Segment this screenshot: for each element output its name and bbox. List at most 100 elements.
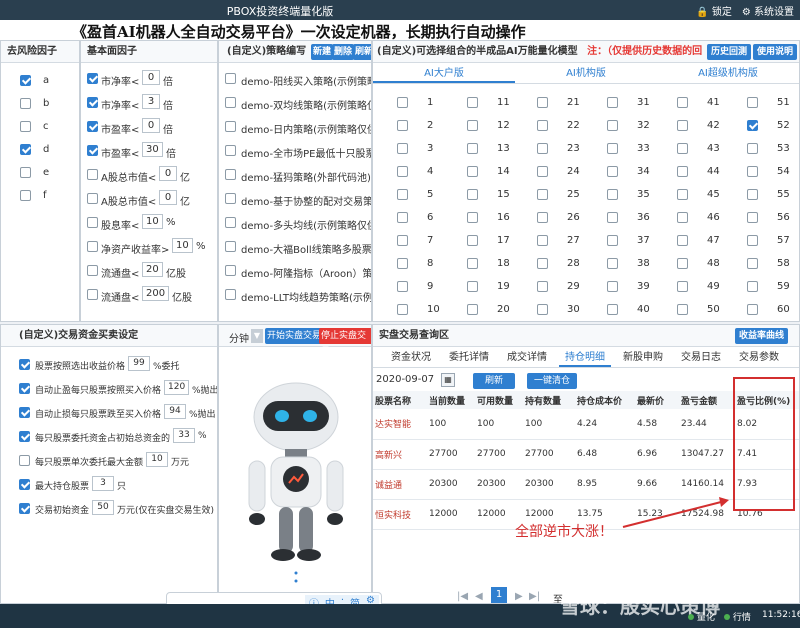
checkbox[interactable] bbox=[537, 258, 548, 269]
checkbox[interactable] bbox=[20, 190, 31, 201]
checkbox[interactable] bbox=[747, 212, 758, 223]
delete-strategy-button[interactable]: 删除 bbox=[332, 44, 355, 60]
checkbox[interactable] bbox=[677, 212, 688, 223]
checkbox[interactable] bbox=[747, 166, 758, 177]
checkbox[interactable] bbox=[467, 120, 478, 131]
model-option[interactable]: 37 bbox=[607, 233, 667, 251]
tab-trade-1[interactable]: 委托详情 bbox=[443, 348, 495, 367]
risk-factor-item[interactable]: e bbox=[1, 165, 79, 185]
next-icon[interactable]: ▶ bbox=[515, 591, 523, 602]
checkbox[interactable] bbox=[19, 479, 30, 490]
strategy-item[interactable]: demo-基于协整的配对交易策略(示 bbox=[219, 189, 371, 209]
checkbox[interactable] bbox=[677, 304, 688, 315]
checkbox[interactable] bbox=[397, 258, 408, 269]
model-option[interactable]: 34 bbox=[607, 164, 667, 182]
model-option[interactable]: 32 bbox=[607, 118, 667, 136]
tab-trade-4[interactable]: 新股申购 bbox=[617, 348, 669, 367]
checkbox[interactable] bbox=[747, 235, 758, 246]
model-option[interactable]: 36 bbox=[607, 210, 667, 228]
model-option[interactable]: 44 bbox=[677, 164, 737, 182]
model-option[interactable]: 41 bbox=[677, 95, 737, 113]
history-backtest-button[interactable]: 历史回测 bbox=[707, 44, 752, 60]
strategy-item[interactable]: demo-LLT均线趋势策略(示例策略 bbox=[219, 285, 371, 305]
checkbox[interactable] bbox=[607, 235, 618, 246]
last-page-icon[interactable]: ▶| bbox=[529, 591, 540, 602]
model-option[interactable]: 10 bbox=[397, 302, 457, 320]
model-option[interactable]: 35 bbox=[607, 187, 667, 205]
checkbox[interactable] bbox=[537, 235, 548, 246]
manual-button[interactable]: 使用说明 bbox=[753, 44, 798, 60]
model-option[interactable]: 27 bbox=[537, 233, 597, 251]
checkbox[interactable] bbox=[677, 120, 688, 131]
model-option[interactable]: 2 bbox=[397, 118, 457, 136]
model-option[interactable]: 57 bbox=[747, 233, 799, 251]
fundamental-value-input[interactable]: 30 bbox=[142, 142, 163, 157]
refresh-strategy-button[interactable]: 刷新 bbox=[353, 44, 371, 60]
return-curve-button[interactable]: 收益率曲线 bbox=[735, 328, 789, 344]
checkbox[interactable] bbox=[677, 281, 688, 292]
checkbox[interactable] bbox=[225, 97, 236, 108]
tab-trade-5[interactable]: 交易日志 bbox=[675, 348, 727, 367]
tab-trade-6[interactable]: 交易参数 bbox=[733, 348, 785, 367]
strategy-item[interactable]: demo-阳线买入策略(示例策略 bbox=[219, 69, 371, 89]
model-option[interactable]: 39 bbox=[607, 279, 667, 297]
strategy-item[interactable]: demo-全市场PE最低十只股票(示例 bbox=[219, 141, 371, 161]
checkbox[interactable] bbox=[19, 383, 30, 394]
model-option[interactable]: 18 bbox=[467, 256, 527, 274]
checkbox[interactable] bbox=[467, 189, 478, 200]
stop-trading-button[interactable]: 停止实盘交易 bbox=[319, 328, 371, 357]
checkbox[interactable] bbox=[87, 217, 98, 228]
capital-setting-input[interactable]: 3 bbox=[92, 476, 114, 491]
fundamental-value-input[interactable]: 3 bbox=[142, 94, 160, 109]
checkbox[interactable] bbox=[225, 73, 236, 84]
model-option[interactable]: 24 bbox=[537, 164, 597, 182]
checkbox[interactable] bbox=[747, 189, 758, 200]
checkbox[interactable] bbox=[225, 193, 236, 204]
checkbox[interactable] bbox=[467, 304, 478, 315]
prev-icon[interactable]: ◀ bbox=[475, 591, 483, 602]
risk-factor-item[interactable]: f bbox=[1, 188, 79, 208]
model-option[interactable]: 1 bbox=[397, 95, 457, 113]
checkbox[interactable] bbox=[467, 166, 478, 177]
checkbox[interactable] bbox=[537, 120, 548, 131]
checkbox[interactable] bbox=[225, 289, 236, 300]
model-option[interactable]: 15 bbox=[467, 187, 527, 205]
checkbox[interactable] bbox=[225, 265, 236, 276]
capital-setting-input[interactable]: 50 bbox=[92, 500, 114, 515]
checkbox[interactable] bbox=[747, 258, 758, 269]
model-option[interactable]: 42 bbox=[677, 118, 737, 136]
checkbox[interactable] bbox=[20, 121, 31, 132]
model-option[interactable]: 4 bbox=[397, 164, 457, 182]
checkbox[interactable] bbox=[397, 189, 408, 200]
checkbox[interactable] bbox=[747, 281, 758, 292]
model-option[interactable]: 48 bbox=[677, 256, 737, 274]
model-option[interactable]: 21 bbox=[537, 95, 597, 113]
checkbox[interactable] bbox=[397, 166, 408, 177]
fundamental-value-input[interactable]: 10 bbox=[142, 214, 163, 229]
checkbox[interactable] bbox=[677, 143, 688, 154]
model-option[interactable]: 53 bbox=[747, 141, 799, 159]
model-option[interactable]: 25 bbox=[537, 187, 597, 205]
checkbox[interactable] bbox=[225, 241, 236, 252]
checkbox[interactable] bbox=[225, 121, 236, 132]
calendar-icon[interactable]: ▦ bbox=[441, 373, 455, 387]
checkbox[interactable] bbox=[20, 167, 31, 178]
checkbox[interactable] bbox=[87, 73, 98, 84]
new-strategy-button[interactable]: 新建 bbox=[311, 44, 334, 60]
model-option[interactable]: 30 bbox=[537, 302, 597, 320]
fundamental-value-input[interactable]: 0 bbox=[159, 190, 177, 205]
checkbox[interactable] bbox=[747, 97, 758, 108]
date-input[interactable]: 2020-09-07 bbox=[373, 373, 441, 388]
checkbox[interactable] bbox=[607, 97, 618, 108]
strategy-item[interactable]: demo-大福Boll线策略多股票版本 bbox=[219, 237, 371, 257]
checkbox[interactable] bbox=[19, 431, 30, 442]
fundamental-value-input[interactable]: 10 bbox=[172, 238, 193, 253]
model-option[interactable]: 6 bbox=[397, 210, 457, 228]
checkbox[interactable] bbox=[677, 258, 688, 269]
checkbox[interactable] bbox=[19, 407, 30, 418]
checkbox[interactable] bbox=[607, 120, 618, 131]
fundamental-value-input[interactable]: 0 bbox=[142, 118, 160, 133]
checkbox[interactable] bbox=[677, 189, 688, 200]
prev-page-icon[interactable]: |◀ bbox=[457, 591, 468, 602]
checkbox[interactable] bbox=[467, 212, 478, 223]
